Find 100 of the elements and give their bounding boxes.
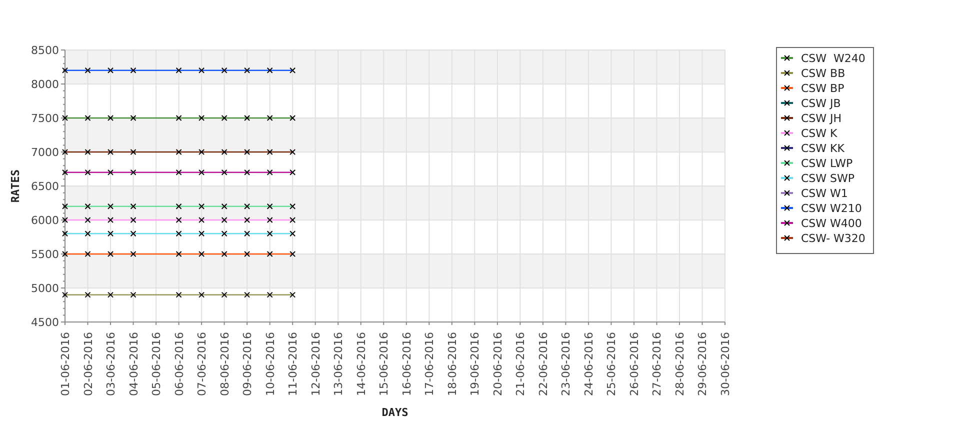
data-point-marker <box>290 217 296 223</box>
data-point-marker <box>244 292 250 298</box>
legend-label: CSW W210 <box>801 202 862 215</box>
data-point-marker <box>62 292 68 298</box>
x-tick-label: 23-06-2016 <box>560 332 573 396</box>
legend-label: CSW K <box>801 127 838 140</box>
x-tick-label: 28-06-2016 <box>673 332 686 396</box>
data-point-marker <box>221 251 228 257</box>
data-point-marker <box>266 203 273 210</box>
legend-label: CSW- W320 <box>801 232 866 245</box>
data-point-marker <box>244 230 250 237</box>
data-point-marker <box>108 217 114 223</box>
x-tick-label: 14-06-2016 <box>354 332 368 396</box>
data-point-marker <box>221 292 228 298</box>
x-tick-label: 08-06-2016 <box>218 332 232 396</box>
x-tick-label: 10-06-2016 <box>264 332 277 396</box>
data-point-marker <box>244 217 250 223</box>
data-point-marker <box>290 169 296 176</box>
data-point-marker <box>62 203 68 210</box>
data-point-marker <box>266 251 273 257</box>
data-point-marker <box>130 251 136 257</box>
data-point-marker <box>108 149 114 155</box>
data-point-marker <box>221 149 228 155</box>
data-point-marker <box>108 169 114 176</box>
data-point-marker <box>290 292 296 298</box>
x-tick-label: 12-06-2016 <box>309 332 322 396</box>
legend-label: CSW KK <box>801 142 844 155</box>
data-point-marker <box>221 230 228 237</box>
data-point-marker <box>84 149 91 155</box>
data-point-marker <box>266 169 273 176</box>
data-point-marker <box>198 115 205 121</box>
y-tick-label: 6500 <box>31 180 59 193</box>
data-point-marker <box>176 230 182 237</box>
data-point-marker <box>130 203 136 210</box>
x-tick-label: 21-06-2016 <box>514 332 528 396</box>
data-point-marker <box>244 67 250 74</box>
data-point-marker <box>198 230 205 237</box>
data-point-marker <box>290 67 296 74</box>
y-tick-label: 6000 <box>31 214 59 227</box>
data-point-marker <box>266 149 273 155</box>
x-tick-label: 04-06-2016 <box>127 332 140 396</box>
data-point-marker <box>221 203 228 210</box>
data-point-marker <box>84 230 91 237</box>
x-tick-label: 20-06-2016 <box>491 332 504 396</box>
data-point-marker <box>84 169 91 176</box>
data-point-marker <box>290 251 296 257</box>
data-point-marker <box>198 149 205 155</box>
data-point-marker <box>108 230 114 237</box>
data-point-marker <box>221 115 228 121</box>
data-point-marker <box>62 230 68 237</box>
data-point-marker <box>176 292 182 298</box>
y-tick-label: 8000 <box>31 78 59 91</box>
data-point-marker <box>198 251 205 257</box>
data-point-marker <box>130 292 136 298</box>
data-point-marker <box>108 203 114 210</box>
data-point-marker <box>244 169 250 176</box>
data-point-marker <box>176 169 182 176</box>
data-point-marker <box>176 67 182 74</box>
x-tick-label: 11-06-2016 <box>286 332 300 396</box>
data-point-marker <box>84 251 91 257</box>
x-tick-label: 06-06-2016 <box>172 332 186 396</box>
legend-label: CSW SWP <box>801 172 855 185</box>
data-point-marker <box>108 115 114 121</box>
data-point-marker <box>221 169 228 176</box>
data-point-marker <box>244 203 250 210</box>
data-point-marker <box>176 217 182 223</box>
x-tick-label: 15-06-2016 <box>378 332 391 396</box>
data-point-marker <box>290 230 296 237</box>
x-tick-label: 22-06-2016 <box>536 332 550 396</box>
data-point-marker <box>244 115 250 121</box>
x-tick-label: 29-06-2016 <box>696 332 710 396</box>
data-point-marker <box>290 115 296 121</box>
data-point-marker <box>130 67 136 74</box>
data-point-marker <box>290 203 296 210</box>
y-axis-title: RATES <box>9 169 22 203</box>
data-point-marker <box>176 251 182 257</box>
legend-label: CSW LWP <box>801 157 853 170</box>
data-point-marker <box>266 217 273 223</box>
data-point-marker <box>266 115 273 121</box>
legend-label: CSW JB <box>801 97 841 110</box>
y-tick-label: 7000 <box>31 146 59 159</box>
legend-label: CSW W240 <box>801 52 866 65</box>
data-point-marker <box>62 115 68 121</box>
data-point-marker <box>130 149 136 155</box>
data-point-marker <box>244 149 250 155</box>
y-tick-label: 8500 <box>31 44 59 57</box>
x-tick-label: 30-06-2016 <box>719 332 732 396</box>
x-tick-label: 16-06-2016 <box>400 332 414 396</box>
data-point-marker <box>266 292 273 298</box>
data-point-marker <box>62 217 68 223</box>
data-point-marker <box>108 251 114 257</box>
data-point-marker <box>84 115 91 121</box>
data-point-marker <box>130 230 136 237</box>
x-tick-label: 19-06-2016 <box>468 332 482 396</box>
x-tick-label: 13-06-2016 <box>332 332 346 396</box>
data-point-marker <box>108 292 114 298</box>
data-point-marker <box>266 67 273 74</box>
y-tick-label: 4500 <box>31 316 59 329</box>
data-point-marker <box>198 217 205 223</box>
x-tick-label: 05-06-2016 <box>150 332 164 396</box>
